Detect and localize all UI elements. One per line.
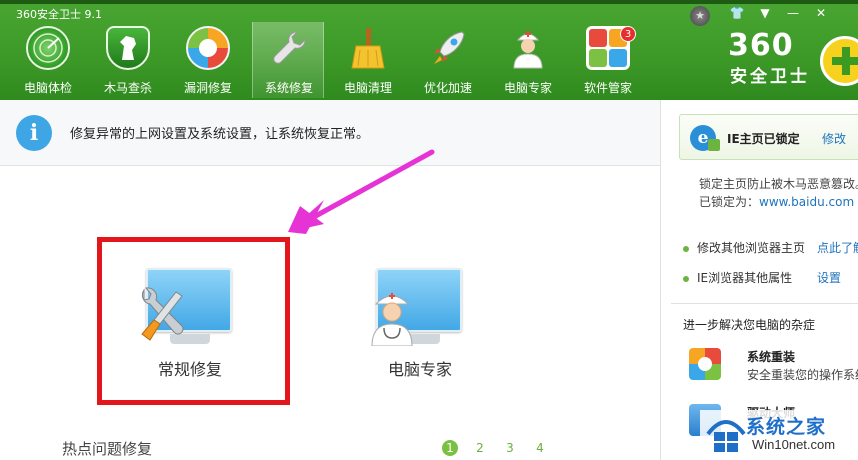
- tab-label: 木马查杀: [103, 81, 152, 95]
- tab-optimize-speedup[interactable]: 优化加速: [412, 22, 484, 98]
- wrench-icon: [267, 26, 311, 70]
- hot-issues-title: 热点问题修复: [62, 440, 153, 458]
- more-solutions-title: 进一步解决您电脑的杂症: [683, 318, 816, 332]
- tab-computer-checkup[interactable]: 电脑体检: [12, 22, 84, 98]
- bullet-icon: [683, 245, 689, 252]
- lock-description: 锁定主页防止被木马恶意篡改。: [699, 177, 858, 191]
- more-item-title: 系统重装: [747, 350, 796, 364]
- app-window: 360安全卫士 9.1 ★ 👕 ▼ — ✕ 电脑体检 木马查杀 漏洞修复 系统修…: [0, 0, 858, 460]
- header-bar: 360安全卫士 9.1 ★ 👕 ▼ — ✕ 电脑体检 木马查杀 漏洞修复 系统修…: [0, 0, 858, 100]
- brand-name: 安全卫士: [730, 67, 810, 87]
- tab-vulnerability-fix[interactable]: 漏洞修复: [172, 22, 244, 98]
- minimize-button[interactable]: —: [784, 5, 802, 21]
- page-1[interactable]: 1: [442, 440, 458, 456]
- broom-icon: [346, 26, 390, 70]
- tab-label: 优化加速: [423, 81, 472, 95]
- modify-link[interactable]: 修改: [822, 130, 846, 147]
- close-button[interactable]: ✕: [812, 5, 830, 21]
- rocket-icon: [426, 26, 470, 70]
- homepage-lock-card: e IE主页已锁定 修改: [679, 114, 858, 160]
- tab-computer-cleanup[interactable]: 电脑清理: [332, 22, 404, 98]
- site-watermark: 系统之家 Win10net.com: [700, 410, 858, 460]
- page-4[interactable]: 4: [532, 440, 548, 456]
- tab-label: 软件管家: [583, 81, 632, 95]
- watermark-url: Win10net.com: [752, 437, 836, 452]
- tab-computer-expert[interactable]: 电脑专家: [492, 22, 564, 98]
- sidebar: e IE主页已锁定 修改 锁定主页防止被木马恶意篡改。 已锁定为：www.bai…: [660, 100, 858, 460]
- patch-icon: [186, 26, 230, 70]
- info-text: 修复异常的上网设置及系统设置，让系统恢复正常。: [70, 127, 370, 142]
- tab-system-repair[interactable]: 系统修复: [252, 22, 324, 98]
- more-item-desc: 安全重装您的操作系统: [747, 368, 858, 382]
- brand-number: 360: [728, 28, 794, 63]
- system-reinstall-item[interactable]: 系统重装 安全重装您的操作系统: [689, 346, 858, 386]
- notification-badge: 3: [620, 26, 636, 42]
- bullet-icon: [683, 275, 689, 282]
- skin-icon[interactable]: 👕: [728, 5, 746, 21]
- doctor-icon: [506, 26, 550, 70]
- locked-homepage-row: 已锁定为：www.baidu.com: [699, 193, 854, 210]
- lock-title: IE主页已锁定: [727, 132, 800, 146]
- tab-label: 电脑清理: [343, 81, 392, 95]
- locked-url-link[interactable]: www.baidu.com: [759, 195, 854, 209]
- option-text: 修改其他浏览器主页: [697, 241, 806, 255]
- star-icon[interactable]: ★: [690, 6, 710, 26]
- radar-icon: [26, 26, 70, 70]
- tab-trojan-scan[interactable]: 木马查杀: [92, 22, 164, 98]
- tab-software-manager[interactable]: 3 软件管家: [572, 22, 644, 98]
- watermark-name: 系统之家: [746, 416, 827, 438]
- system-reinstall-icon: [689, 348, 721, 380]
- brand-logo: 360 安全卫士: [728, 28, 858, 90]
- tab-label: 系统修复: [264, 81, 313, 95]
- horse-shield-icon: [106, 26, 150, 70]
- ie-properties-option: IE浏览器其他属性: [683, 269, 792, 286]
- computer-expert-label: 电脑专家: [388, 360, 453, 379]
- page-2[interactable]: 2: [472, 440, 488, 456]
- menu-dropdown-icon[interactable]: ▼: [756, 5, 774, 21]
- lock-icon: [708, 139, 720, 151]
- tab-label: 漏洞修复: [183, 81, 232, 95]
- window-top-border: [0, 0, 858, 4]
- highlight-box: [97, 237, 290, 405]
- plus-logo-icon: [820, 36, 858, 86]
- doctor-icon: [371, 293, 413, 346]
- learn-more-link[interactable]: 点此了解: [817, 239, 858, 256]
- tab-label: 电脑体检: [23, 81, 72, 95]
- annotation-arrow: [288, 149, 435, 234]
- house-logo-icon: [706, 420, 746, 452]
- info-icon: i: [16, 115, 52, 151]
- tab-label: 电脑专家: [503, 81, 552, 95]
- app-title: 360安全卫士 9.1: [16, 8, 102, 21]
- option-text: IE浏览器其他属性: [697, 271, 793, 285]
- locked-label: 已锁定为：: [699, 195, 760, 209]
- other-browser-option: 修改其他浏览器主页: [683, 239, 805, 256]
- sidebar-divider: [671, 303, 858, 304]
- computer-expert-button[interactable]: 电脑专家: [360, 262, 480, 382]
- page-3[interactable]: 3: [502, 440, 518, 456]
- settings-link[interactable]: 设置: [817, 269, 841, 286]
